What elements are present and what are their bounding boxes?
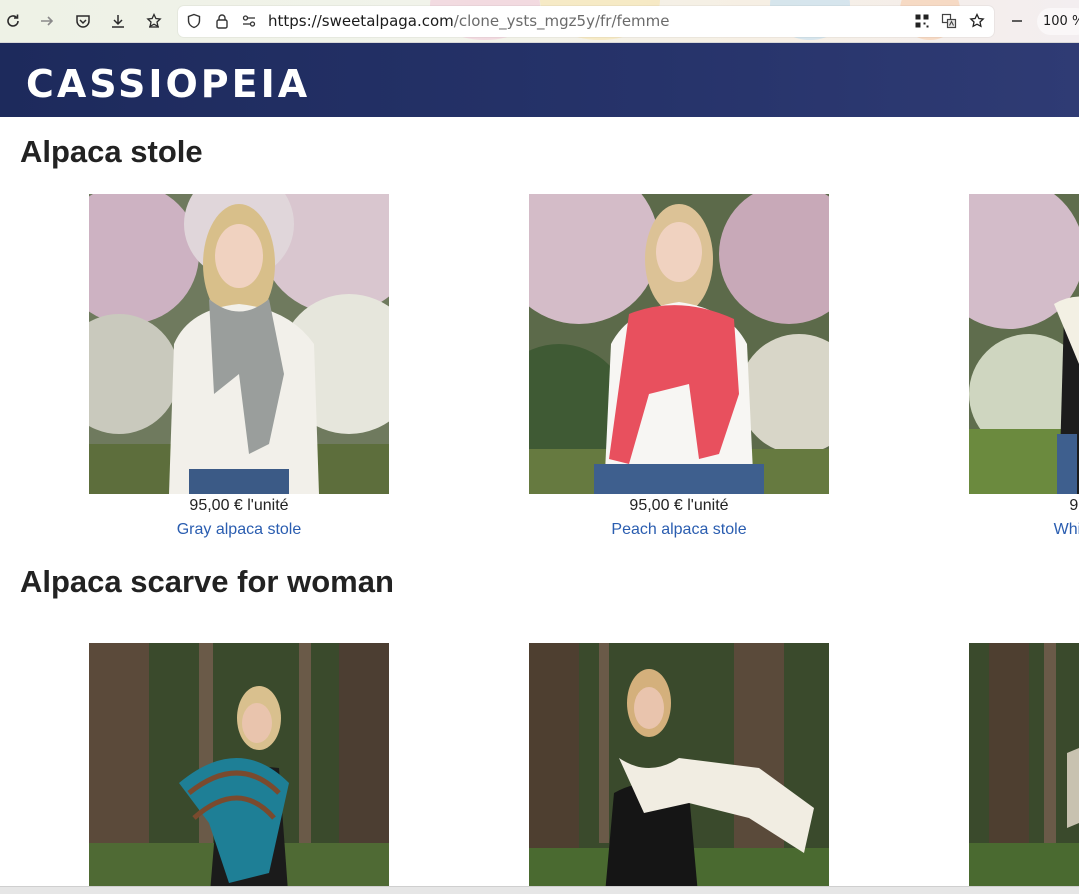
horizontal-scrollbar[interactable] [0, 886, 1079, 894]
product-image[interactable] [969, 624, 1079, 886]
product-card: 95,00 € l'unité Gray alpaca stole [89, 194, 389, 544]
product-card [969, 624, 1079, 886]
bookmark-star-icon[interactable] [969, 12, 985, 29]
product-image[interactable] [89, 624, 389, 886]
product-link[interactable]: White alpaca stole [969, 520, 1079, 540]
section-title-scarves: Alpaca scarve for woman [20, 564, 394, 599]
product-image[interactable] [89, 194, 389, 494]
url-text[interactable]: https://sweetalpaga.com/clone_ysts_mgz5y… [268, 13, 670, 30]
download-icon[interactable] [105, 8, 131, 34]
product-card-clipped: 95,00 € l'unité White alpaca stole [969, 194, 1079, 544]
url-host: https://sweetalpaga.com [268, 12, 454, 30]
forward-icon[interactable] [34, 8, 60, 34]
product-link[interactable]: Gray alpaca stole [89, 520, 389, 540]
pocket-icon[interactable] [70, 8, 96, 34]
bookmarks-star-icon[interactable] [141, 8, 167, 34]
reload-icon[interactable] [0, 8, 26, 34]
zoom-out-icon[interactable] [1004, 8, 1030, 34]
product-card [89, 624, 389, 886]
zoom-level[interactable]: 100 % [1037, 8, 1079, 35]
section-title-stoles: Alpaca stole [20, 134, 203, 169]
translate-icon[interactable] [941, 13, 957, 29]
product-image[interactable] [969, 194, 1079, 494]
shield-icon[interactable] [186, 13, 202, 29]
product-card: 95,00 € l'unité Peach alpaca stole [529, 194, 829, 544]
address-bar[interactable]: https://sweetalpaga.com/clone_ysts_mgz5y… [178, 6, 994, 37]
browser-toolbar: https://sweetalpaga.com/clone_ysts_mgz5y… [0, 0, 1079, 43]
site-permissions-icon[interactable] [241, 13, 257, 29]
site-logo[interactable]: CASSIOPEIA [26, 64, 310, 104]
scarf-shape [1067, 748, 1079, 828]
product-image[interactable] [529, 194, 829, 494]
product-image[interactable] [529, 624, 829, 886]
product-price: 95,00 € l'unité [1069, 497, 1079, 514]
qr-code-icon[interactable] [914, 13, 930, 29]
lock-icon[interactable] [214, 13, 230, 29]
product-card-clipped [969, 624, 1079, 886]
product-price: 95,00 € l'unité [629, 497, 729, 514]
url-path: /clone_ysts_mgz5y/fr/femme [453, 12, 670, 30]
product-card: 95,00 € l'unité White alpaca stole [969, 194, 1079, 544]
product-link[interactable]: Peach alpaca stole [529, 520, 829, 540]
site-header: CASSIOPEIA [0, 43, 1079, 117]
product-card [529, 624, 829, 886]
product-price: 95,00 € l'unité [189, 497, 289, 514]
